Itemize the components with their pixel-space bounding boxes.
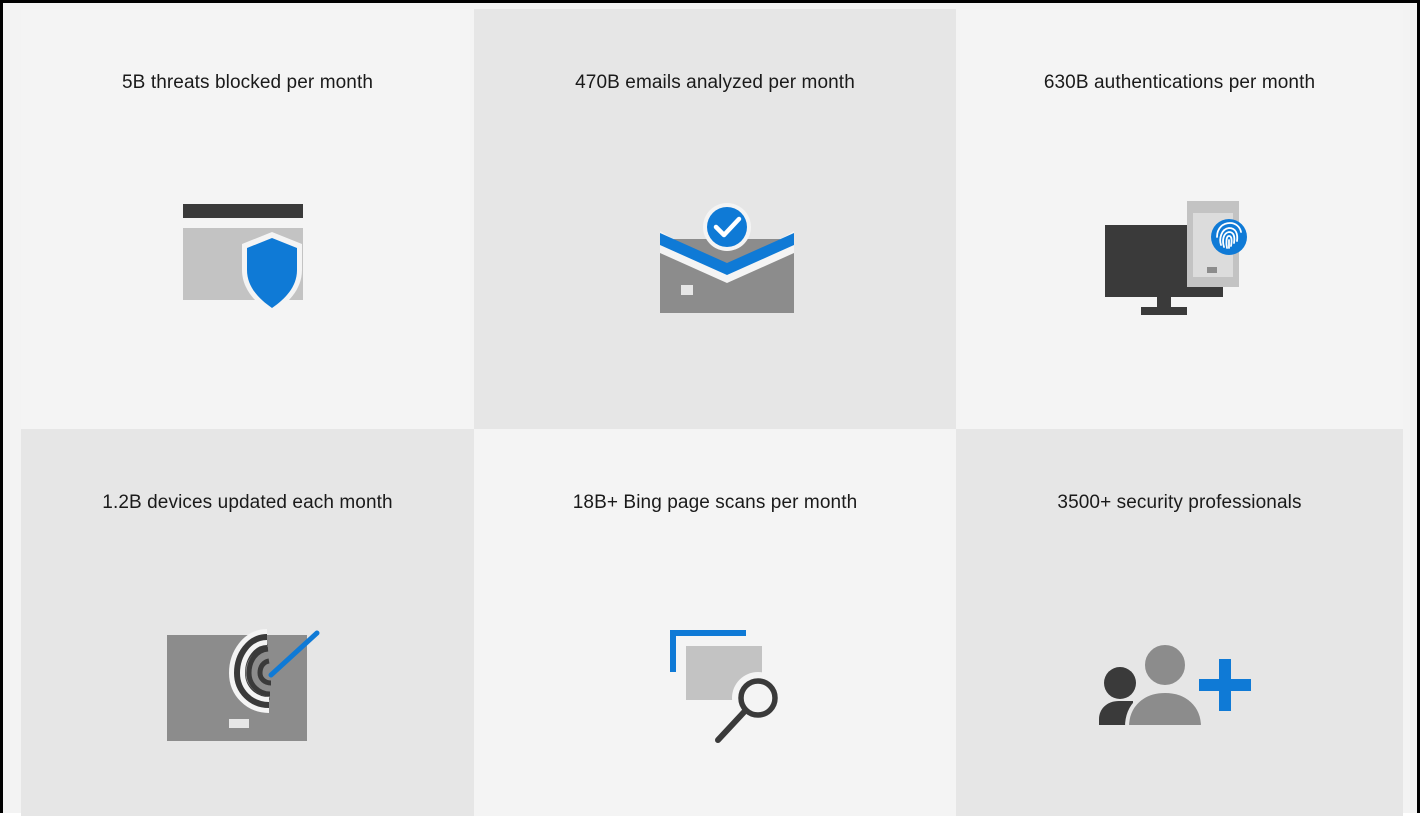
- people-add-icon: [1099, 643, 1259, 727]
- browser-shield-icon: [183, 204, 305, 317]
- device-signal-icon: [167, 625, 323, 745]
- stat-title: 470B emails analyzed per month: [575, 72, 855, 93]
- stat-title: 5B threats blocked per month: [122, 72, 373, 93]
- stat-title: 630B authentications per month: [1043, 72, 1316, 93]
- stat-tile-security-professionals: 3500+ security professionals: [956, 429, 1403, 816]
- stat-tile-authentications: 630B authentications per month: [956, 9, 1403, 429]
- page-search-icon: [670, 630, 800, 754]
- stat-tile-bing-scans: 18B+ Bing page scans per month: [474, 429, 956, 816]
- stats-grid: 5B threats blocked per month 470B emails…: [21, 9, 1403, 816]
- stat-tile-devices: 1.2B devices updated each month: [21, 429, 474, 816]
- stat-title: 3500+ security professionals: [1057, 492, 1302, 513]
- stats-panel: 5B threats blocked per month 470B emails…: [0, 0, 1420, 816]
- stat-title: 1.2B devices updated each month: [102, 492, 393, 513]
- stat-tile-threats: 5B threats blocked per month: [21, 9, 474, 429]
- stat-tile-emails: 470B emails analyzed per month: [474, 9, 956, 429]
- stat-title: 18B+ Bing page scans per month: [572, 492, 858, 513]
- envelope-check-icon: [660, 201, 796, 315]
- monitor-fingerprint-icon: [1105, 201, 1255, 321]
